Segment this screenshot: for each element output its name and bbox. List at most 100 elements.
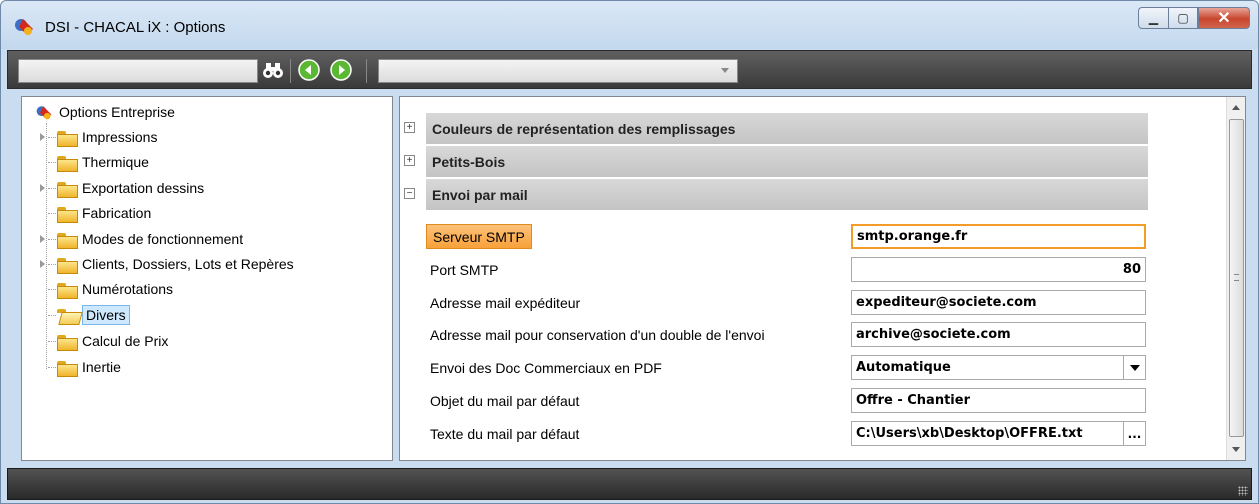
scroll-up-icon[interactable] <box>1232 105 1240 110</box>
toolbar-separator <box>366 59 367 83</box>
toolbar-separator <box>290 59 291 83</box>
expand-arrow-icon[interactable] <box>40 184 45 192</box>
close-button[interactable]: ✕ <box>1198 7 1250 29</box>
toolbar <box>7 50 1252 89</box>
tree-branch <box>48 315 56 316</box>
maximize-icon: ▢ <box>1177 11 1189 25</box>
options-panel: + Couleurs de représentation des remplis… <box>399 96 1246 461</box>
tree-item-label: Impressions <box>82 129 158 145</box>
browse-button[interactable]: ... <box>1123 422 1145 445</box>
smtp-port-field[interactable]: 80 <box>851 257 1146 282</box>
expand-arrow-icon[interactable] <box>40 133 45 141</box>
back-arrow-icon[interactable] <box>298 59 320 81</box>
mail-subject-field[interactable]: Offre - Chantier <box>851 388 1146 413</box>
tree-item-numerotations[interactable]: Numérotations <box>56 278 173 300</box>
maximize-button[interactable]: ▢ <box>1168 7 1198 29</box>
folder-icon <box>56 333 78 351</box>
options-tree: Options Entreprise Impressions Thermique… <box>21 96 393 461</box>
file-path-value: C:\Users\xb\Desktop\OFFRE.txt <box>856 426 1083 441</box>
tree-branch <box>48 213 56 214</box>
chevron-down-icon[interactable] <box>1123 356 1145 379</box>
archive-email-field[interactable]: archive@societe.com <box>851 322 1146 347</box>
tree-branch <box>48 341 56 342</box>
tree-item-calcul-de-prix[interactable]: Calcul de Prix <box>56 330 168 352</box>
tree-branch <box>48 188 56 189</box>
window-controls: ▁ ▢ ✕ <box>1138 7 1250 29</box>
section-label: Envoi par mail <box>432 186 528 203</box>
tree-item-impressions[interactable]: Impressions <box>56 126 157 148</box>
field-label-objet: Objet du mail par défaut <box>430 392 580 409</box>
title-bar[interactable]: DSI - CHACAL iX : Options ▁ ▢ ✕ <box>1 1 1258 49</box>
tree-item-modes-de-fonctionnement[interactable]: Modes de fonctionnement <box>56 228 243 250</box>
tree-branch <box>48 137 56 138</box>
tree-branch <box>48 367 56 368</box>
tree-item-label: Clients, Dossiers, Lots et Repères <box>82 256 294 272</box>
section-petits-bois[interactable]: Petits-Bois <box>426 146 1148 178</box>
section-envoi-par-mail[interactable]: Envoi par mail <box>426 179 1148 211</box>
tree-item-label: Divers <box>82 305 130 325</box>
folder-icon <box>56 129 78 147</box>
expand-arrow-icon[interactable] <box>40 235 45 243</box>
folder-icon <box>56 154 78 172</box>
vertical-scrollbar[interactable] <box>1226 97 1245 460</box>
tree-branch <box>48 264 56 265</box>
folder-icon <box>56 256 78 274</box>
options-window: DSI - CHACAL iX : Options ▁ ▢ ✕ Options … <box>0 0 1259 504</box>
field-label-expediteur: Adresse mail expéditeur <box>430 294 581 311</box>
tree-root-label: Options Entreprise <box>59 104 175 120</box>
field-label-envoi-pdf: Envoi des Doc Commerciaux en PDF <box>430 359 662 376</box>
tree-item-label: Fabrication <box>82 205 152 221</box>
tree-item-divers[interactable]: Divers <box>56 304 130 326</box>
scroll-down-icon[interactable] <box>1232 447 1240 452</box>
tree-root[interactable]: Options Entreprise <box>34 101 175 123</box>
expand-section-icon[interactable]: + <box>404 122 415 133</box>
section-couleurs[interactable]: Couleurs de représentation des remplissa… <box>426 113 1148 145</box>
tree-item-label: Exportation dessins <box>82 180 205 196</box>
expand-arrow-icon[interactable] <box>40 260 45 268</box>
open-folder-icon <box>56 307 78 323</box>
section-label: Couleurs de représentation des remplissa… <box>432 120 736 137</box>
tree-item-label: Calcul de Prix <box>82 333 169 349</box>
field-label-texte: Texte du mail par défaut <box>430 425 580 442</box>
folder-icon <box>56 205 78 223</box>
tree-item-inertie[interactable]: Inertie <box>56 356 121 378</box>
tree-item-exportation-dessins[interactable]: Exportation dessins <box>56 177 204 199</box>
folder-icon <box>56 231 78 249</box>
tree-item-label: Numérotations <box>82 281 174 297</box>
scroll-thumb[interactable] <box>1229 119 1244 437</box>
resize-grip-icon[interactable] <box>1238 486 1248 496</box>
tree-branch <box>48 239 56 240</box>
field-label-archive: Adresse mail pour conservation d'un doub… <box>430 326 765 343</box>
tree-item-label: Inertie <box>82 359 121 375</box>
app-logo-icon <box>15 19 33 35</box>
minimize-icon: ▁ <box>1148 11 1159 25</box>
collapse-section-icon[interactable]: − <box>404 188 415 199</box>
folder-icon <box>56 281 78 299</box>
search-input[interactable] <box>18 59 258 83</box>
chevron-down-icon <box>721 68 729 73</box>
folder-icon <box>56 359 78 377</box>
forward-arrow-icon[interactable] <box>330 59 352 81</box>
tree-item-fabrication[interactable]: Fabrication <box>56 202 151 224</box>
tree-item-clients-dossiers[interactable]: Clients, Dossiers, Lots et Repères <box>56 253 294 275</box>
navigation-combo[interactable] <box>378 59 738 83</box>
tree-item-label: Modes de fonctionnement <box>82 231 244 247</box>
mail-text-file-field[interactable]: C:\Users\xb\Desktop\OFFRE.txt ... <box>851 421 1146 446</box>
grip-icon <box>1234 274 1239 281</box>
pdf-send-select[interactable]: Automatique <box>851 355 1146 380</box>
field-label-serveur-smtp: Serveur SMTP <box>426 224 532 249</box>
close-icon: ✕ <box>1217 10 1231 27</box>
tree-line <box>46 123 47 369</box>
expand-section-icon[interactable]: + <box>404 155 415 166</box>
field-label-port-smtp: Port SMTP <box>430 261 499 278</box>
select-value: Automatique <box>856 360 951 375</box>
app-logo-icon <box>36 106 52 120</box>
minimize-button[interactable]: ▁ <box>1138 7 1168 29</box>
tree-item-thermique[interactable]: Thermique <box>56 151 149 173</box>
section-label: Petits-Bois <box>432 153 506 170</box>
sender-email-field[interactable]: expediteur@societe.com <box>851 290 1146 315</box>
tree-branch <box>48 162 56 163</box>
smtp-server-field[interactable]: smtp.orange.fr <box>851 224 1146 249</box>
tree-item-label: Thermique <box>82 154 149 170</box>
binoculars-icon[interactable] <box>262 59 284 81</box>
